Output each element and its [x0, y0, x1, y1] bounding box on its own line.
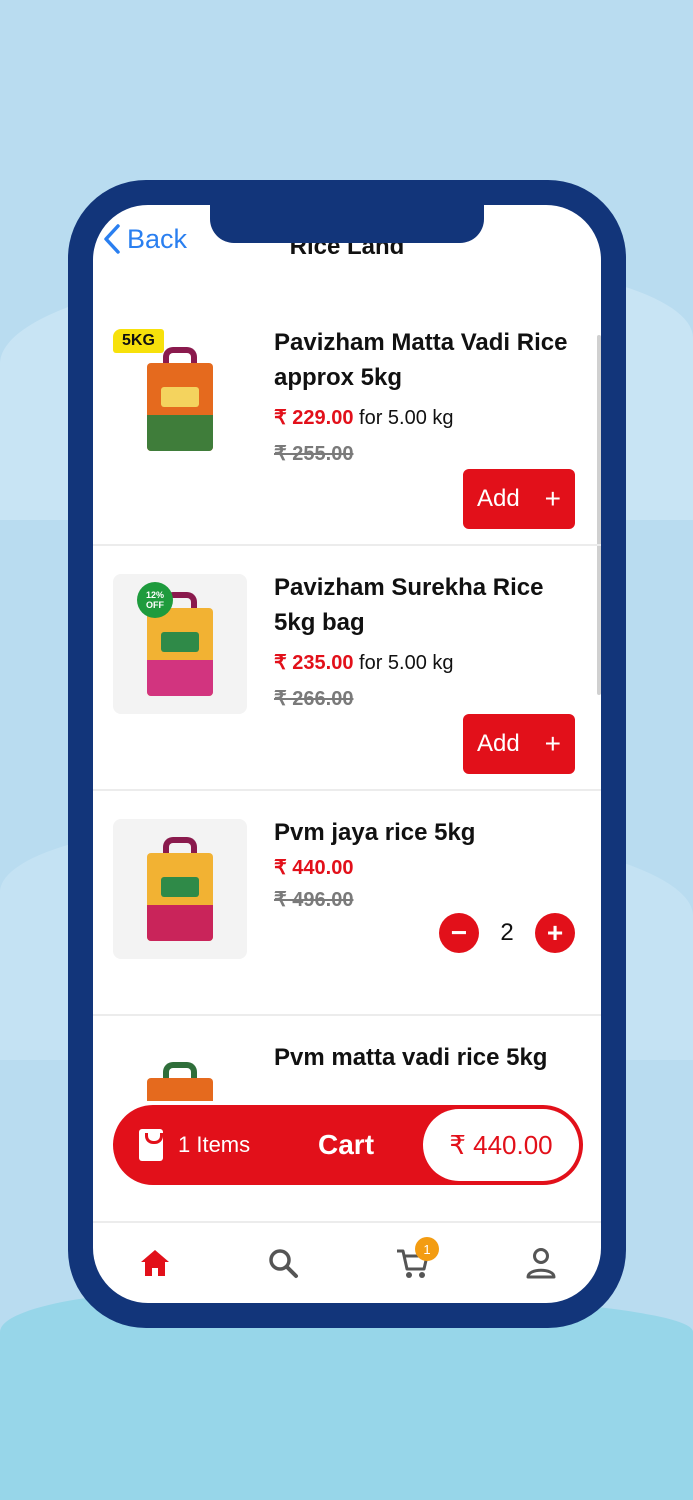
product-list: 5KG Pavizham Matta Vadi Rice approx 5kg …: [93, 301, 601, 1101]
add-to-cart-button[interactable]: Add +: [463, 714, 575, 774]
product-old-price: ₹ 255.00: [274, 443, 354, 465]
rice-bag-image: [147, 347, 213, 451]
product-name[interactable]: Pvm jaya rice 5kg: [274, 815, 584, 850]
product-card: 5KG Pavizham Matta Vadi Rice approx 5kg …: [93, 301, 601, 546]
product-card: 12% OFF Pavizham Surekha Rice 5kg bag ₹ …: [93, 546, 601, 791]
weight-badge: 5KG: [113, 329, 164, 353]
cart-label: Cart: [318, 1129, 375, 1160]
add-to-cart-button[interactable]: Add +: [463, 469, 575, 529]
product-name[interactable]: Pvm matta vadi rice 5kg: [274, 1040, 584, 1075]
product-old-price: ₹ 496.00: [274, 889, 354, 911]
decrement-button[interactable]: −: [439, 913, 479, 953]
product-name[interactable]: Pavizham Surekha Rice 5kg bag: [274, 570, 584, 640]
cart-item-count: 1 Items: [178, 1132, 251, 1157]
product-image[interactable]: 5KG: [113, 329, 247, 469]
phone-frame: Back Rice Land 5KG Pavizham Matta Vadi R…: [68, 180, 626, 1328]
tab-search[interactable]: [263, 1243, 303, 1283]
product-card: Pvm jaya rice 5kg ₹ 440.00 ₹ 496.00 − 2 …: [93, 791, 601, 1016]
product-name[interactable]: Pavizham Matta Vadi Rice approx 5kg: [274, 325, 584, 395]
product-price: ₹ 440.00: [274, 857, 354, 879]
product-card: Pvm matta vadi rice 5kg: [93, 1016, 601, 1101]
tab-profile[interactable]: [521, 1243, 561, 1283]
plus-icon: +: [546, 917, 564, 948]
search-icon: [269, 1249, 298, 1278]
increment-button[interactable]: +: [535, 913, 575, 953]
product-image[interactable]: 12% OFF: [113, 574, 247, 714]
quantity-stepper: − 2 +: [439, 913, 575, 953]
cart-total: ₹ 440.00: [423, 1109, 579, 1181]
app-screen: Back Rice Land 5KG Pavizham Matta Vadi R…: [93, 205, 601, 1303]
phone-notch: [210, 205, 484, 243]
add-label: Add: [477, 730, 520, 757]
home-icon: [141, 1250, 169, 1276]
tab-home[interactable]: [135, 1243, 175, 1283]
add-label: Add: [477, 485, 520, 512]
plus-icon: +: [544, 483, 561, 514]
rice-bag-image: [147, 837, 213, 941]
cart-bar[interactable]: 1 Items Cart ₹ 440.00: [113, 1105, 583, 1185]
shopping-bag-icon: [139, 1129, 163, 1161]
product-unit: for 5.00 kg: [359, 652, 454, 674]
user-icon: [526, 1248, 556, 1279]
product-image[interactable]: [113, 819, 247, 959]
product-price: ₹ 229.00: [274, 407, 354, 429]
discount-badge: 12% OFF: [137, 582, 173, 618]
product-unit: for 5.00 kg: [359, 407, 454, 429]
price-row: ₹ 235.00 for 5.00 kg: [274, 650, 454, 675]
product-old-price: ₹ 266.00: [274, 688, 354, 710]
product-image[interactable]: [113, 1044, 247, 1101]
price-row: ₹ 229.00 for 5.00 kg: [274, 405, 454, 430]
quantity-value: 2: [500, 919, 514, 946]
rice-bag-image: [147, 1062, 213, 1101]
minus-icon: −: [450, 917, 468, 948]
product-price: ₹ 235.00: [274, 652, 354, 674]
tab-bar: 1: [93, 1221, 601, 1303]
cart-count-badge: 1: [415, 1237, 439, 1261]
price-row: ₹ 440.00: [274, 855, 353, 880]
tab-cart[interactable]: 1: [393, 1237, 439, 1283]
plus-icon: +: [544, 728, 561, 759]
